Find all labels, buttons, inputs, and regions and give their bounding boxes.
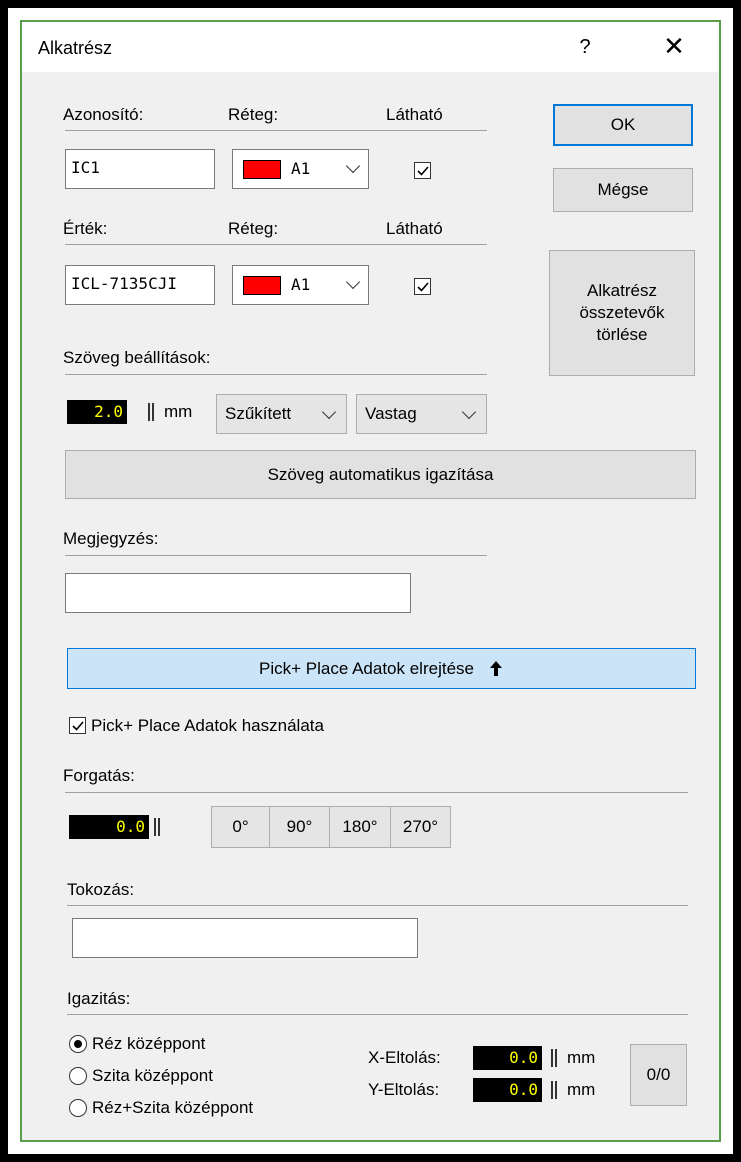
radio-copper-center[interactable]	[69, 1035, 87, 1053]
package-input[interactable]	[72, 918, 418, 958]
spinner-grip-icon[interactable]	[551, 1081, 557, 1099]
layer-color-swatch	[243, 160, 281, 179]
reset-offset-button[interactable]: 0/0	[630, 1044, 687, 1106]
note-input[interactable]	[65, 573, 411, 613]
spinner-grip-icon[interactable]	[551, 1049, 557, 1067]
rotation-preset-180[interactable]: 180°	[329, 806, 391, 848]
chevron-down-icon	[461, 404, 477, 420]
chevron-down-icon	[345, 158, 361, 174]
rotation-preset-90[interactable]: 90°	[269, 806, 330, 848]
rotation-preset-0[interactable]: 0°	[211, 806, 270, 848]
auto-align-text-button[interactable]: Szöveg automatikus igazítása	[65, 450, 696, 499]
radio-copper-silk-center-label[interactable]: Réz+Szita középpont	[92, 1098, 253, 1118]
value-visible-checkbox[interactable]	[414, 278, 431, 295]
y-offset-unit: mm	[567, 1080, 596, 1099]
value-visible-label: Látható	[386, 219, 443, 238]
close-button[interactable]: ✕	[657, 30, 691, 64]
id-layer-select[interactable]: A1	[232, 149, 369, 189]
pick-place-toggle-label: Pick+ Place Adatok elrejtése	[259, 658, 474, 678]
radio-silk-center[interactable]	[69, 1067, 87, 1085]
text-weight-select[interactable]: Vastag	[356, 394, 487, 434]
pick-place-toggle-button[interactable]: Pick+ Place Adatok elrejtése	[67, 648, 696, 689]
package-separator	[67, 905, 688, 906]
x-offset-spinner[interactable]: 0.0	[473, 1046, 542, 1070]
id-visible-label: Látható	[386, 105, 443, 124]
alignment-separator	[67, 1014, 688, 1015]
check-icon	[72, 721, 84, 731]
id-layer-label: Réteg:	[228, 105, 279, 124]
text-width-value: Szűkített	[225, 404, 292, 423]
id-layer-value: A1	[291, 159, 311, 178]
radio-copper-center-label[interactable]: Réz középpont	[92, 1034, 205, 1054]
pick-place-use-checkbox[interactable]	[69, 717, 86, 734]
package-label: Tokozás:	[67, 880, 135, 899]
value-layer-value: A1	[291, 275, 311, 294]
rotation-separator	[65, 792, 688, 793]
help-button[interactable]: ?	[570, 30, 600, 64]
layer-color-swatch	[243, 276, 281, 295]
title-bar: Alkatrész ? ✕	[22, 22, 719, 72]
delete-parts-button[interactable]: Alkatrész összetevők törlése	[549, 250, 695, 376]
text-size-spinner[interactable]: 2.0	[67, 400, 127, 424]
arrow-up-icon	[489, 660, 502, 676]
check-icon	[417, 282, 429, 292]
x-offset-unit: mm	[567, 1048, 596, 1067]
text-weight-value: Vastag	[365, 404, 417, 423]
id-label: Azonosító:	[63, 105, 144, 124]
text-size-unit: mm	[164, 402, 193, 421]
note-separator	[65, 555, 487, 556]
chevron-down-icon	[345, 274, 361, 290]
id-input[interactable]: IC1	[65, 149, 215, 189]
text-width-select[interactable]: Szűkített	[216, 394, 347, 434]
value-layer-label: Réteg:	[228, 219, 279, 238]
value-input[interactable]: ICL-7135CJI	[65, 265, 215, 305]
rotation-label: Forgatás:	[63, 766, 135, 785]
x-offset-label: X-Eltolás:	[368, 1048, 441, 1067]
note-label: Megjegyzés:	[63, 529, 159, 548]
chevron-down-icon	[321, 404, 337, 420]
component-dialog: Alkatrész ? ✕ Azonosító: Réteg: Látható …	[20, 20, 721, 1142]
row2-separator	[65, 244, 487, 245]
rotation-preset-270[interactable]: 270°	[390, 806, 451, 848]
pick-place-use-label[interactable]: Pick+ Place Adatok használata	[91, 716, 324, 736]
value-layer-select[interactable]: A1	[232, 265, 369, 305]
y-offset-label: Y-Eltolás:	[368, 1080, 440, 1099]
id-visible-checkbox[interactable]	[414, 162, 431, 179]
y-offset-spinner[interactable]: 0.0	[473, 1078, 542, 1102]
cancel-button[interactable]: Mégse	[553, 168, 693, 212]
text-settings-label: Szöveg beállítások:	[63, 348, 211, 367]
radio-silk-center-label[interactable]: Szita középpont	[92, 1066, 213, 1086]
check-icon	[417, 166, 429, 176]
alignment-label: Igazitás:	[67, 989, 131, 1008]
text-settings-separator	[65, 374, 487, 375]
value-label: Érték:	[63, 219, 108, 238]
dialog-title: Alkatrész	[38, 38, 113, 58]
row1-separator	[65, 130, 487, 131]
radio-copper-silk-center[interactable]	[69, 1099, 87, 1117]
spinner-grip-icon[interactable]	[154, 818, 160, 836]
rotation-spinner[interactable]: 0.0	[69, 815, 149, 839]
ok-button[interactable]: OK	[553, 104, 693, 146]
spinner-grip-icon[interactable]	[148, 403, 154, 421]
